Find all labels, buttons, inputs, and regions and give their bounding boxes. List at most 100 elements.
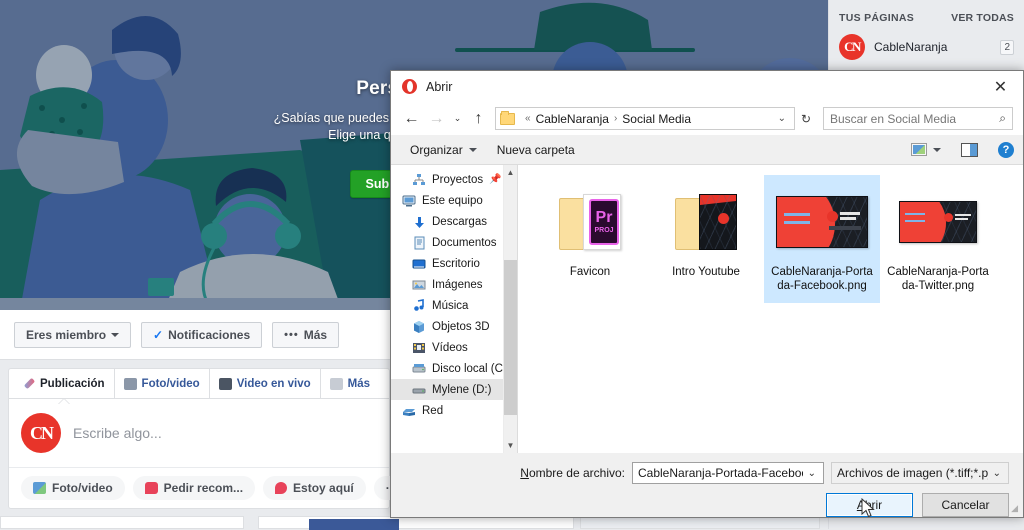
tree-item-documentos[interactable]: Documentos — [391, 232, 503, 253]
up-button[interactable]: ↑ — [466, 106, 491, 132]
composer-tab-mas[interactable]: Más — [319, 369, 379, 398]
composer-tab-label: Publicación — [40, 377, 105, 390]
objects3d-icon — [412, 320, 426, 334]
your-pages-header: TUS PÁGINAS VER TODAS — [829, 0, 1024, 30]
view-mode-button[interactable] — [901, 139, 951, 161]
forward-button[interactable]: → — [424, 106, 449, 132]
organize-menu[interactable]: Organizar — [400, 139, 487, 161]
tree-item-mylene-d[interactable]: Mylene (D:) — [391, 379, 503, 400]
check-icon: ✓ — [153, 327, 164, 342]
tree-item-red[interactable]: Red — [391, 400, 503, 421]
breadcrumb-overflow[interactable]: « — [525, 113, 531, 124]
preview-pane-button[interactable] — [951, 139, 988, 161]
search-input[interactable]: Buscar en Social Media ⌕ — [823, 107, 1013, 130]
drive-icon — [412, 383, 426, 397]
member-button[interactable]: Eres miembro — [14, 321, 132, 348]
composer-tab-label: Más — [347, 377, 370, 390]
peek-primary-button[interactable] — [309, 519, 399, 530]
chevron-down-icon[interactable]: ⌄ — [772, 113, 792, 124]
scroll-up-icon[interactable]: ▲ — [504, 165, 517, 180]
status-badge: 2 — [1000, 39, 1014, 55]
tree-item-escritorio[interactable]: Escritorio — [391, 253, 503, 274]
tree-item-label: Proyectos — [432, 173, 484, 186]
see-all-link[interactable]: VER TODAS — [951, 12, 1014, 24]
tree-item-disco-local-c[interactable]: Disco local (C:) — [391, 358, 510, 379]
file-item-favicon[interactable]: Pr PROJ Favicon — [532, 175, 648, 303]
breadcrumb-part-1[interactable]: CableNaranja — [536, 112, 609, 126]
scroll-down-icon[interactable]: ▼ — [504, 438, 517, 453]
tree-item-label: Disco local (C:) — [432, 362, 510, 375]
chevron-down-icon — [111, 332, 120, 337]
search-icon: ⌕ — [999, 111, 1006, 125]
avatar: CN — [839, 34, 865, 60]
chevron-down-icon[interactable]: ⌄ — [988, 468, 1006, 479]
file-name: CableNaranja-Portada-Twitter.png — [887, 266, 989, 292]
notifications-button-label: Notificaciones — [168, 327, 251, 342]
dialog-title-bar[interactable]: Abrir ✕ — [391, 71, 1023, 102]
tree-item-imagenes[interactable]: Imágenes — [391, 274, 503, 295]
tree-item-objetos-3d[interactable]: Objetos 3D — [391, 316, 503, 337]
refresh-icon[interactable]: ↻ — [795, 107, 817, 130]
breadcrumb-part-2[interactable]: Social Media — [622, 112, 691, 126]
videos-icon — [412, 341, 426, 355]
folder-icon — [500, 110, 515, 125]
filename-input[interactable]: CableNaranja-Portada-Facebook.pr ⌄ — [632, 462, 824, 484]
pencil-icon — [23, 377, 36, 390]
file-item-intro-youtube[interactable]: Intro Youtube — [648, 175, 764, 303]
pin-icon[interactable]: 📌 — [489, 174, 501, 185]
tree-item-descargas[interactable]: Descargas — [391, 211, 503, 232]
resize-grip[interactable]: ◢ — [1011, 503, 1019, 514]
tree-item-musica[interactable]: Música — [391, 295, 503, 316]
composer-action-estoy-aqui[interactable]: Estoy aquí — [263, 476, 366, 500]
composer-tab-publicacion[interactable]: Publicación — [15, 369, 114, 398]
tree-item-este-equipo[interactable]: Este equipo — [391, 190, 503, 211]
tree-item-label: Escritorio — [432, 257, 480, 270]
location-pin-icon — [275, 482, 288, 494]
chevron-down-icon — [468, 147, 477, 152]
help-icon[interactable]: ? — [998, 141, 1014, 158]
tree-item-videos[interactable]: Vídeos — [391, 337, 503, 358]
filetype-select[interactable]: Archivos de imagen (*.tiff;*.pjp ⌄ — [831, 462, 1009, 484]
breadcrumb[interactable]: « CableNaranja › Social Media ⌄ — [495, 107, 795, 130]
page-list-item[interactable]: CN CableNaranja 2 — [829, 30, 1024, 64]
cursor-arrow-icon — [861, 497, 875, 518]
file-thumbnail — [776, 181, 868, 263]
composer-action-pedir-recomendacion[interactable]: Pedir recom... — [132, 476, 256, 500]
recent-locations-button[interactable]: ⌄ — [449, 106, 466, 132]
composer-action-fotovideo[interactable]: Foto/video — [21, 476, 125, 500]
chevron-down-icon[interactable]: ⌄ — [803, 468, 821, 479]
tree-item-label: Imágenes — [432, 278, 483, 291]
tree-scrollbar[interactable]: ▲ ▼ — [503, 165, 517, 453]
composer-tab-video-en-vivo[interactable]: Video en vivo — [208, 369, 320, 398]
page-name: CableNaranja — [874, 40, 948, 54]
cancel-button[interactable]: Cancelar — [922, 493, 1009, 517]
live-video-icon — [218, 377, 232, 390]
close-icon[interactable]: ✕ — [978, 71, 1023, 102]
file-item-cablenaranja-portada-twitter[interactable]: CableNaranja-Portada-Twitter.png — [880, 175, 996, 303]
recommendation-icon — [144, 482, 158, 494]
file-name: Favicon — [569, 266, 611, 278]
composer-tab-label: Video en vivo — [236, 377, 311, 390]
tree-item-proyectos[interactable]: Proyectos 📌 — [391, 169, 503, 190]
dialog-title: Abrir — [426, 79, 453, 94]
file-name: Intro Youtube — [672, 266, 740, 278]
navigation-tree: Proyectos 📌 Este equipo Descargas Docume… — [391, 165, 510, 453]
notifications-button[interactable]: ✓ Notificaciones — [141, 321, 263, 348]
more-button[interactable]: ••• Más — [272, 321, 340, 348]
network-icon — [402, 404, 416, 418]
composer-tabs: Publicación Foto/video Video en vivo Más — [9, 369, 389, 399]
back-button[interactable]: ← — [399, 106, 424, 132]
file-item-cablenaranja-portada-facebook[interactable]: CableNaranja-Portada-Facebook.png — [764, 175, 880, 303]
image-preview-icon — [776, 196, 868, 248]
new-folder-button[interactable]: Nueva carpeta — [487, 139, 585, 161]
image-preview-icon — [899, 201, 977, 243]
open-file-dialog[interactable]: Abrir ✕ ← → ⌄ ↑ « CableNaranja › Social … — [390, 70, 1024, 518]
composer-tab-fotovideo[interactable]: Foto/video — [113, 369, 209, 398]
composer-input-row[interactable]: CN Escribe algo... — [9, 399, 389, 467]
composer-actions: Foto/video Pedir recom... Estoy aquí ··· — [9, 467, 410, 508]
folder-video-icon — [675, 194, 737, 250]
file-thumbnail — [899, 181, 977, 263]
scrollbar-thumb[interactable] — [504, 260, 517, 415]
composer-placeholder[interactable]: Escribe algo... — [73, 425, 162, 441]
file-list[interactable]: Pr PROJ Favicon Intro Youtube CableNaran… — [518, 165, 1023, 453]
